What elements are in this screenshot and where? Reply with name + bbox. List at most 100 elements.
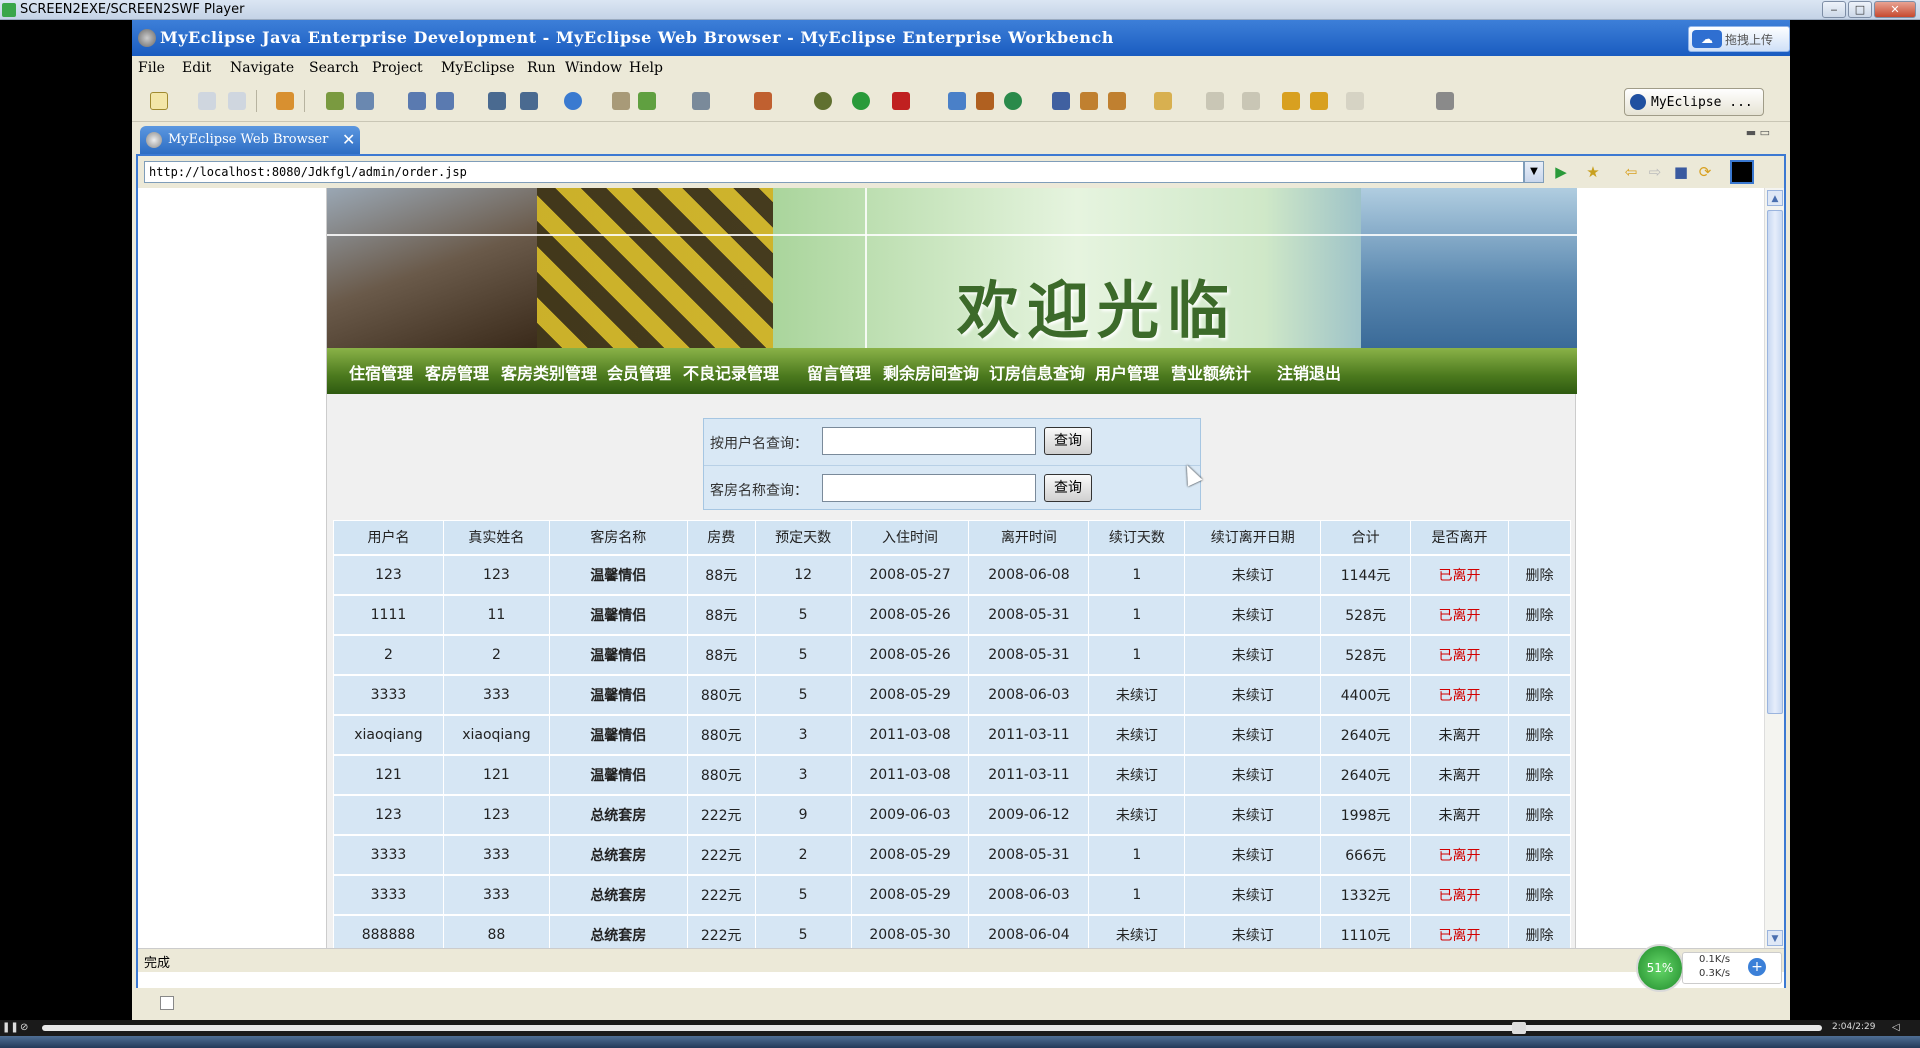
cell-username: 888888 [333,913,444,948]
open-type-icon[interactable] [948,92,966,110]
delete-link[interactable]: 删除 [1507,753,1572,795]
hierarchy-icon[interactable] [976,92,994,110]
debug-icon[interactable] [326,92,344,110]
next-annotation-icon[interactable] [1206,92,1224,110]
cell-room-name: 温馨情侣 [548,713,688,755]
nav-bad-records[interactable]: 不良记录管理 [683,360,779,384]
nav-messages[interactable]: 留言管理 [807,360,871,384]
maximize-button[interactable]: □ [1848,1,1872,18]
delete-link[interactable]: 删除 [1507,913,1572,948]
cell-total: 1998元 [1320,793,1412,835]
search-user-button[interactable]: 查询 [1044,427,1092,455]
menu-edit[interactable]: Edit [182,60,211,76]
new-class-icon[interactable] [754,92,772,110]
nav-vacant-rooms[interactable]: 剩余房间查询 [883,360,979,384]
menu-file[interactable]: File [138,60,165,76]
pause-icon[interactable]: ❚❚ [2,1022,19,1034]
view-minimize-maximize[interactable]: ▬ ▭ [1746,126,1770,139]
tab-close-icon[interactable]: ✕ [342,130,355,149]
folder-icon[interactable] [1154,92,1172,110]
nav-checkin[interactable]: 住宿管理 [349,360,413,384]
add-icon[interactable] [638,92,656,110]
search-icon[interactable] [1052,92,1070,110]
nav-rooms[interactable]: 客房管理 [425,360,489,384]
username-search-input[interactable] [822,427,1036,455]
delete-link[interactable]: 删除 [1507,793,1572,835]
close-button[interactable]: ✕ [1874,1,1916,18]
globe-icon[interactable] [564,92,582,110]
forward-nav-icon[interactable]: ⇨ [1646,163,1664,181]
reload-icon[interactable]: ⟳ [1696,163,1714,181]
console-icon[interactable] [692,92,710,110]
vertical-scrollbar[interactable]: ▲ ▼ [1764,188,1784,948]
back-icon[interactable] [1310,92,1328,110]
stop-playback-icon[interactable]: ⊘ [20,1022,32,1034]
edit-icon[interactable] [1080,92,1098,110]
url-dropdown-button[interactable]: ▼ [1524,161,1544,183]
volume-icon[interactable]: ◁ [1892,1022,1904,1034]
browser-options-icon[interactable] [1730,160,1754,184]
delete-link[interactable]: 删除 [1507,633,1572,675]
go-icon[interactable]: ▶ [1552,163,1570,181]
pen-icon[interactable] [1108,92,1126,110]
server-icon[interactable] [356,92,374,110]
cell-days: 5 [754,593,852,635]
tab-web-browser[interactable]: MyEclipse Web Browser ✕ [140,126,360,154]
cell-room-name: 温馨情侣 [548,673,688,715]
scroll-thumb[interactable] [1767,210,1783,714]
menu-help[interactable]: Help [629,60,663,76]
menu-window[interactable]: Window [565,60,622,76]
back-nav-icon[interactable]: ⇦ [1622,163,1640,181]
forward-icon[interactable] [1346,92,1364,110]
stop-icon[interactable]: ■ [1672,163,1690,181]
minimize-button[interactable]: ‒ [1822,1,1846,18]
nav-revenue[interactable]: 营业额统计 [1171,360,1251,384]
menu-search[interactable]: Search [309,60,359,76]
scroll-up-icon[interactable]: ▲ [1767,190,1783,206]
refresh-icon[interactable] [1004,92,1022,110]
delete-link[interactable]: 删除 [1507,673,1572,715]
nav-users[interactable]: 用户管理 [1095,360,1159,384]
menu-run[interactable]: Run [527,60,556,76]
delete-link[interactable]: 删除 [1507,713,1572,755]
seek-knob[interactable] [1512,1022,1526,1034]
bug-icon[interactable] [814,92,832,110]
redeploy-icon[interactable] [436,92,454,110]
nav-logout[interactable]: 注销退出 [1277,360,1341,384]
package-icon[interactable] [276,92,294,110]
run-icon[interactable] [852,92,870,110]
url-input[interactable] [144,161,1524,183]
delete-link[interactable]: 删除 [1507,873,1572,915]
prev-annotation-icon[interactable] [1242,92,1260,110]
search-room-button[interactable]: 查询 [1044,474,1092,502]
nav-booking-query[interactable]: 订房信息查询 [989,360,1085,384]
favorites-icon[interactable]: ★ [1584,163,1602,181]
new-icon[interactable] [150,92,168,110]
network-usage-badge[interactable]: 51% [1636,944,1684,992]
room-search-input[interactable] [822,474,1036,502]
nav-room-types[interactable]: 客房类别管理 [501,360,597,384]
save-icon[interactable] [198,92,216,110]
cell-left-status: 已离开 [1410,873,1509,915]
deploy-icon[interactable] [408,92,426,110]
menu-project[interactable]: Project [372,60,423,76]
plus-icon[interactable]: + [1748,958,1766,976]
external-tools-icon[interactable] [892,92,910,110]
report-icon[interactable] [520,92,538,110]
seek-track[interactable] [42,1025,1822,1031]
delete-link[interactable]: 删除 [1507,553,1572,595]
upload-button[interactable]: ☁ 拖拽上传 [1688,26,1790,52]
menu-myeclipse[interactable]: MyEclipse [441,60,515,76]
fast-view-icon[interactable] [160,996,174,1010]
perspective-switcher[interactable]: MyEclipse ... [1624,88,1764,116]
last-edit-icon[interactable] [1282,92,1300,110]
menu-navigate[interactable]: Navigate [230,60,294,76]
print-icon[interactable] [228,92,246,110]
delete-link[interactable]: 删除 [1507,833,1572,875]
open-icon[interactable] [612,92,630,110]
nav-members[interactable]: 会员管理 [607,360,671,384]
open-perspective-icon[interactable] [1436,92,1454,110]
cell-left-status: 已离开 [1410,633,1509,675]
delete-link[interactable]: 删除 [1507,593,1572,635]
database-icon[interactable] [488,92,506,110]
